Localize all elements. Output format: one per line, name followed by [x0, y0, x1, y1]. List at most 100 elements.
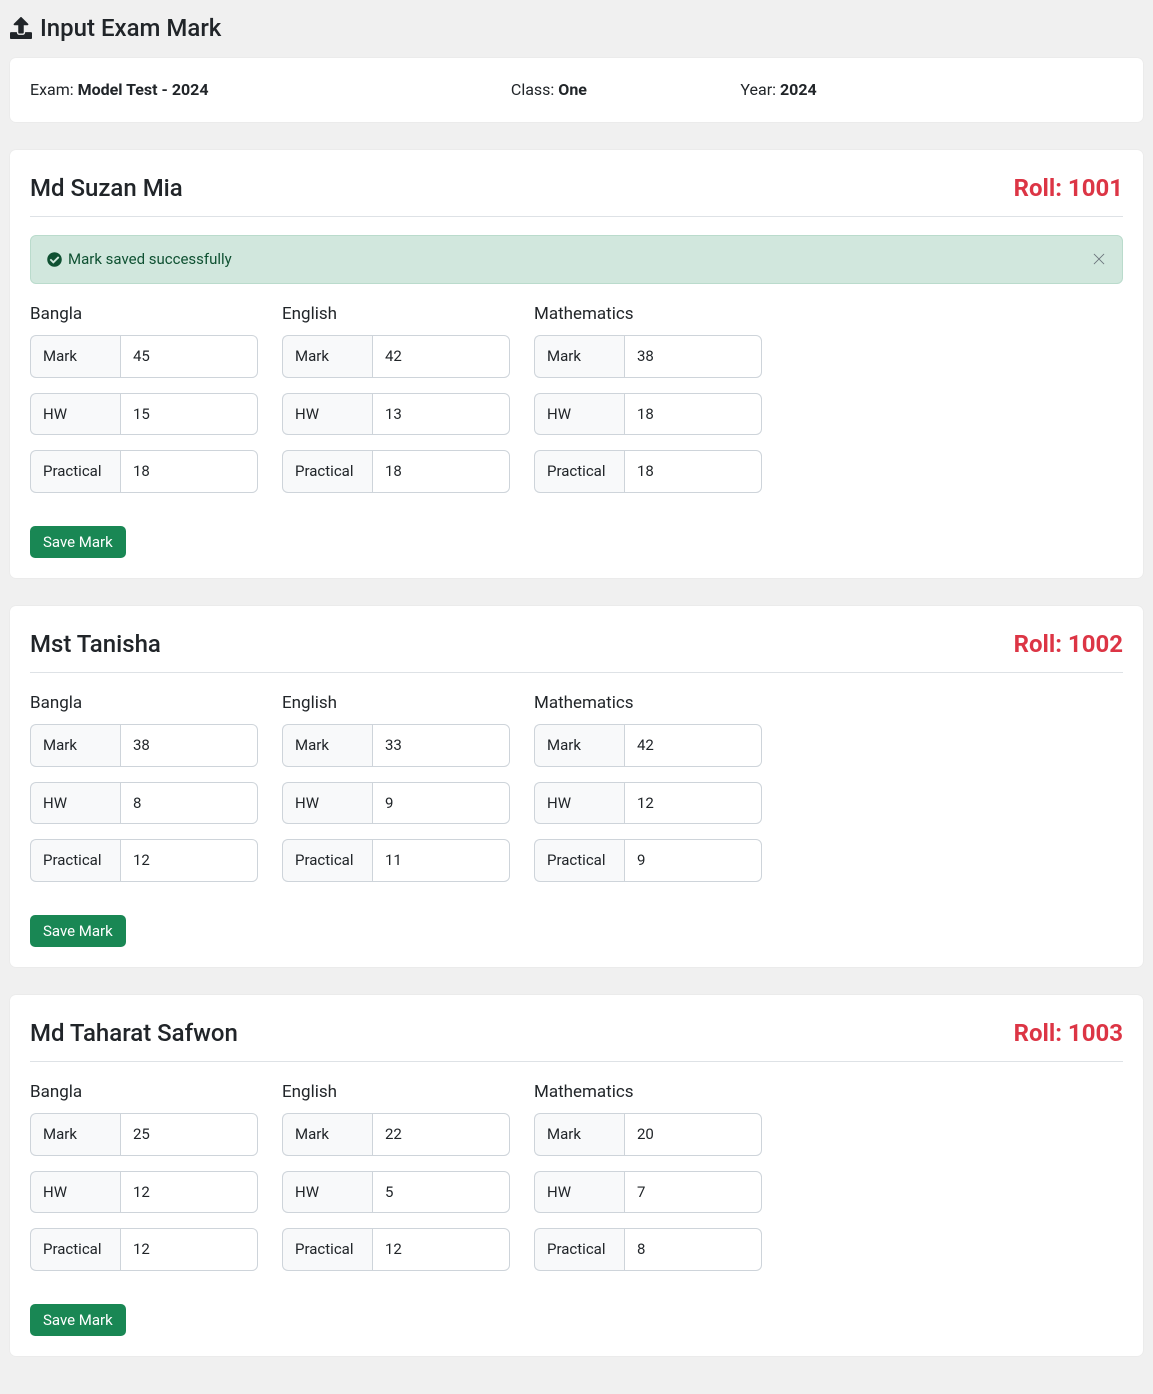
- save-mark-button[interactable]: Save Mark: [30, 526, 126, 558]
- subject-column: English Mark HW Practical: [282, 691, 510, 897]
- upload-icon: [10, 17, 32, 39]
- practical-input[interactable]: [372, 1228, 510, 1271]
- hw-input[interactable]: [624, 782, 762, 825]
- mark-input[interactable]: [120, 724, 258, 767]
- page-title: Input Exam Mark: [40, 10, 221, 46]
- subject-column: Mathematics Mark HW Practical: [534, 302, 762, 508]
- student-card: Mst Tanisha Roll: 1002 Bangla Mark HW Pr…: [10, 606, 1143, 967]
- hw-input-group: HW: [534, 393, 762, 436]
- hw-label: HW: [282, 1171, 372, 1214]
- subject-title: Mathematics: [534, 1080, 762, 1106]
- practical-label: Practical: [282, 839, 372, 882]
- student-card: Md Suzan Mia Roll: 1001 Mark saved succe…: [10, 150, 1143, 578]
- mark-label: Mark: [282, 724, 372, 767]
- mark-input-group: Mark: [30, 724, 258, 767]
- student-header: Mst Tanisha Roll: 1002: [30, 626, 1123, 662]
- hw-input[interactable]: [624, 1171, 762, 1214]
- save-mark-button[interactable]: Save Mark: [30, 915, 126, 947]
- mark-label: Mark: [30, 724, 120, 767]
- practical-input-group: Practical: [282, 839, 510, 882]
- practical-label: Practical: [282, 450, 372, 493]
- mark-input-group: Mark: [534, 724, 762, 767]
- hw-input-group: HW: [282, 1171, 510, 1214]
- class-label: Class:: [511, 80, 558, 99]
- student-roll: Roll: 1001: [1014, 170, 1123, 206]
- mark-input-group: Mark: [30, 1113, 258, 1156]
- alert-success: Mark saved successfully: [30, 235, 1123, 284]
- practical-input[interactable]: [624, 450, 762, 493]
- practical-input[interactable]: [624, 839, 762, 882]
- mark-input-group: Mark: [534, 1113, 762, 1156]
- alert-message: Mark saved successfully: [68, 248, 232, 271]
- student-roll: Roll: 1003: [1014, 1015, 1123, 1051]
- subject-column: Mathematics Mark HW Practical: [534, 691, 762, 897]
- hw-label: HW: [282, 782, 372, 825]
- practical-input-group: Practical: [534, 450, 762, 493]
- hw-input[interactable]: [120, 782, 258, 825]
- mark-input[interactable]: [372, 335, 510, 378]
- mark-input-group: Mark: [282, 1113, 510, 1156]
- student-header: Md Suzan Mia Roll: 1001: [30, 170, 1123, 206]
- subject-title: English: [282, 691, 510, 717]
- mark-input-group: Mark: [534, 335, 762, 378]
- close-icon: [1092, 252, 1106, 266]
- subject-title: Mathematics: [534, 691, 762, 717]
- student-roll: Roll: 1002: [1014, 626, 1123, 662]
- student-name: Md Taharat Safwon: [30, 1015, 238, 1051]
- practical-input-group: Practical: [30, 450, 258, 493]
- mark-input[interactable]: [624, 1113, 762, 1156]
- practical-label: Practical: [30, 839, 120, 882]
- student-header: Md Taharat Safwon Roll: 1003: [30, 1015, 1123, 1051]
- exam-label: Exam:: [30, 80, 78, 99]
- subject-column: English Mark HW Practical: [282, 1080, 510, 1286]
- alert-close-button[interactable]: [1088, 248, 1110, 270]
- check-circle-icon: [47, 252, 62, 267]
- exam-info-class: Class: One: [511, 78, 741, 102]
- exam-info-year: Year: 2024: [740, 78, 1123, 102]
- hw-input[interactable]: [372, 1171, 510, 1214]
- year-label: Year:: [740, 80, 780, 99]
- practical-input[interactable]: [120, 1228, 258, 1271]
- mark-input-group: Mark: [30, 335, 258, 378]
- subject-column: Bangla Mark HW Practical: [30, 1080, 258, 1286]
- hw-input[interactable]: [120, 1171, 258, 1214]
- exam-value: Model Test - 2024: [78, 80, 209, 99]
- hw-input-group: HW: [282, 393, 510, 436]
- year-value: 2024: [780, 80, 817, 99]
- subjects-row: Bangla Mark HW Practical English Mark HW…: [30, 302, 1123, 508]
- student-card: Md Taharat Safwon Roll: 1003 Bangla Mark…: [10, 995, 1143, 1356]
- subjects-row: Bangla Mark HW Practical English Mark HW…: [30, 691, 1123, 897]
- exam-info-row: Exam: Model Test - 2024 Class: One Year:…: [30, 78, 1123, 102]
- hw-input[interactable]: [120, 393, 258, 436]
- hw-label: HW: [534, 393, 624, 436]
- save-mark-button[interactable]: Save Mark: [30, 1304, 126, 1336]
- mark-input[interactable]: [372, 1113, 510, 1156]
- mark-input[interactable]: [372, 724, 510, 767]
- hw-input-group: HW: [534, 782, 762, 825]
- mark-input[interactable]: [624, 724, 762, 767]
- hw-input[interactable]: [372, 782, 510, 825]
- practical-input[interactable]: [120, 839, 258, 882]
- hw-label: HW: [30, 782, 120, 825]
- subjects-row: Bangla Mark HW Practical English Mark HW…: [30, 1080, 1123, 1286]
- hw-input[interactable]: [624, 393, 762, 436]
- subject-title: Bangla: [30, 302, 258, 328]
- hw-label: HW: [30, 1171, 120, 1214]
- hw-input[interactable]: [372, 393, 510, 436]
- mark-input[interactable]: [120, 1113, 258, 1156]
- subject-column: Bangla Mark HW Practical: [30, 302, 258, 508]
- mark-label: Mark: [282, 335, 372, 378]
- mark-label: Mark: [30, 335, 120, 378]
- practical-input[interactable]: [120, 450, 258, 493]
- subject-title: English: [282, 1080, 510, 1106]
- hw-label: HW: [282, 393, 372, 436]
- mark-input[interactable]: [624, 335, 762, 378]
- practical-input[interactable]: [624, 1228, 762, 1271]
- practical-input-group: Practical: [282, 1228, 510, 1271]
- practical-input[interactable]: [372, 839, 510, 882]
- subject-title: Bangla: [30, 1080, 258, 1106]
- mark-input[interactable]: [120, 335, 258, 378]
- practical-input[interactable]: [372, 450, 510, 493]
- practical-input-group: Practical: [282, 450, 510, 493]
- practical-label: Practical: [534, 839, 624, 882]
